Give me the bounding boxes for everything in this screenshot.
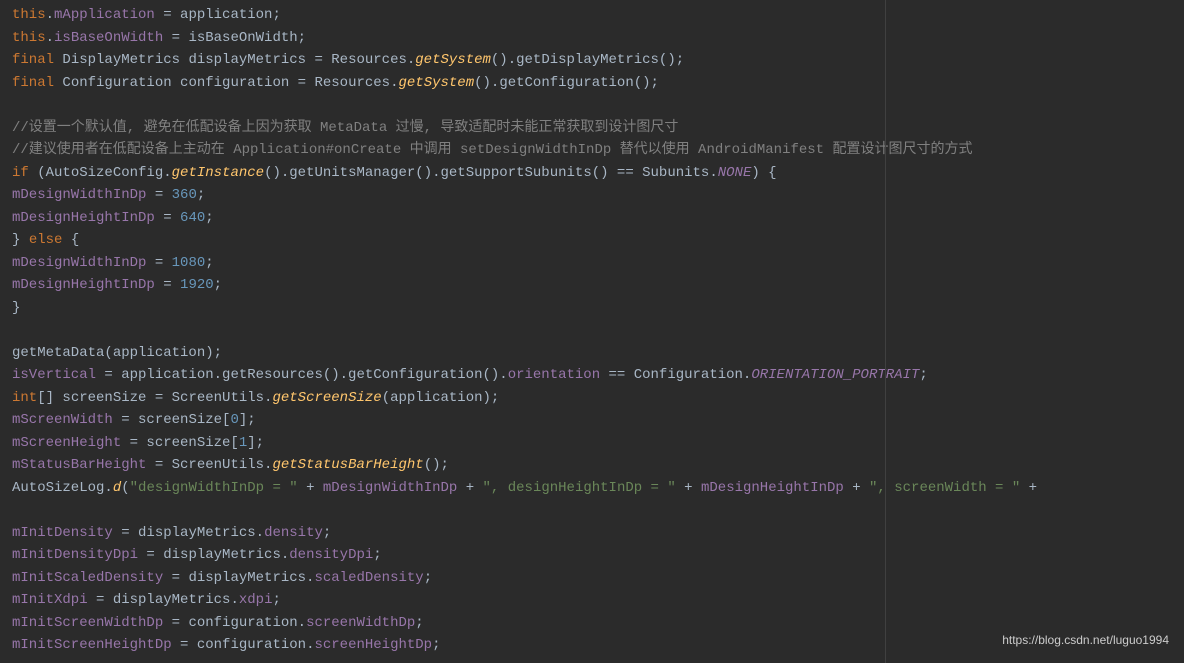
code-line: mDesignWidthInDp = 1080; — [12, 252, 1172, 275]
code-line: mInitDensity = displayMetrics.density; — [12, 522, 1172, 545]
code-line: //建议使用者在低配设备上主动在 Application#onCreate 中调… — [12, 139, 1172, 162]
code-line: mDesignHeightInDp = 1920; — [12, 274, 1172, 297]
watermark-text: https://blog.csdn.net/luguo1994 — [1002, 629, 1169, 652]
code-line: mInitScreenHeightDp = configuration.scre… — [12, 634, 1172, 657]
code-line: final DisplayMetrics displayMetrics = Re… — [12, 49, 1172, 72]
code-line: } — [12, 297, 1172, 320]
code-line — [12, 319, 1172, 342]
code-line: mInitXdpi = displayMetrics.xdpi; — [12, 589, 1172, 612]
code-line: AutoSizeLog.d("designWidthInDp = " + mDe… — [12, 477, 1172, 500]
code-line: mInitDensityDpi = displayMetrics.density… — [12, 544, 1172, 567]
code-line: getMetaData(application); — [12, 342, 1172, 365]
code-line: mStatusBarHeight = ScreenUtils.getStatus… — [12, 454, 1172, 477]
code-line: isVertical = application.getResources().… — [12, 364, 1172, 387]
code-line: this.isBaseOnWidth = isBaseOnWidth; — [12, 27, 1172, 50]
code-line: mInitScaledDensity = displayMetrics.scal… — [12, 567, 1172, 590]
code-line: mScreenHeight = screenSize[1]; — [12, 432, 1172, 455]
code-line — [12, 94, 1172, 117]
code-line — [12, 499, 1172, 522]
code-line: } else { — [12, 229, 1172, 252]
code-line: int[] screenSize = ScreenUtils.getScreen… — [12, 387, 1172, 410]
code-line: mScreenWidth = screenSize[0]; — [12, 409, 1172, 432]
code-line: final Configuration configuration = Reso… — [12, 72, 1172, 95]
code-line: if (AutoSizeConfig.getInstance().getUnit… — [12, 162, 1172, 185]
code-line: mInitScreenWidthDp = configuration.scree… — [12, 612, 1172, 635]
code-line: this.mApplication = application; — [12, 4, 1172, 27]
code-line: mDesignHeightInDp = 640; — [12, 207, 1172, 230]
code-line: mDesignWidthInDp = 360; — [12, 184, 1172, 207]
code-line: //设置一个默认值, 避免在低配设备上因为获取 MetaData 过慢, 导致适… — [12, 117, 1172, 140]
column-ruler — [885, 0, 886, 663]
